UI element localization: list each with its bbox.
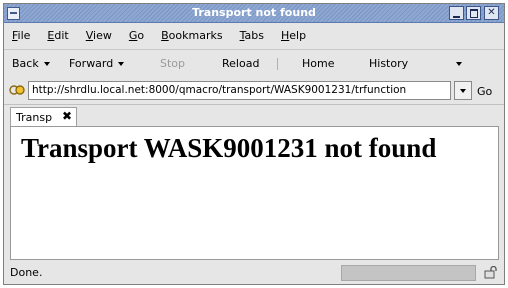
menu-go[interactable]: Go [129, 29, 144, 42]
menu-bookmarks[interactable]: Bookmarks [161, 29, 222, 42]
browser-window: Transport not found ✕ File Edit View Go … [3, 3, 505, 285]
stop-button[interactable]: Stop [160, 57, 185, 70]
site-icon [9, 85, 25, 95]
forward-history-chevron-icon[interactable] [118, 62, 125, 66]
forward-button[interactable]: Forward [69, 57, 125, 70]
menu-file-rest: ile [17, 28, 31, 42]
menu-go-rest: o [137, 28, 145, 42]
tab-transport[interactable]: Transp ✖ [10, 107, 77, 128]
menu-bookmarks-accel: B [161, 28, 169, 42]
menu-bar: File Edit View Go Bookmarks Tabs Help [4, 24, 504, 46]
url-history-dropdown[interactable] [454, 81, 472, 100]
menu-bookmarks-rest: ookmarks [168, 28, 223, 42]
chevron-down-icon [460, 89, 466, 93]
toolbar-overflow-chevron-icon [456, 62, 462, 66]
back-history-chevron-icon[interactable] [43, 62, 50, 66]
window-title: Transport not found [192, 6, 316, 19]
go-button[interactable]: Go [477, 85, 492, 98]
menu-edit-rest: dit [54, 28, 69, 42]
history-label: History [369, 57, 409, 70]
page-heading: Transport WASK9001231 not found [21, 133, 437, 163]
menu-edit[interactable]: Edit [47, 29, 68, 42]
menu-view-accel: V [85, 28, 94, 42]
menu-help-rest: elp [289, 28, 307, 42]
history-button[interactable]: History [369, 57, 408, 70]
home-label: Home [302, 57, 335, 70]
back-label: Back [12, 57, 39, 70]
tab-bar: Transp ✖ [4, 104, 504, 128]
maximize-button[interactable] [466, 6, 481, 20]
title-bar[interactable]: Transport not found ✕ [4, 4, 504, 23]
menu-view[interactable]: View [86, 29, 112, 42]
tab-label: Transp [16, 111, 53, 124]
status-bar: Done. [4, 262, 504, 284]
toolbar-overflow-button[interactable] [456, 57, 462, 70]
close-tab-icon[interactable]: ✖ [62, 109, 72, 123]
menu-view-rest: iew [93, 28, 112, 42]
reload-button[interactable]: Reload [222, 57, 259, 70]
navigation-toolbar: Back Forward Stop Reload Home History [4, 49, 504, 76]
menu-tabs-rest: abs [244, 28, 264, 42]
menu-tabs[interactable]: Tabs [240, 29, 264, 42]
page-content: Transport WASK9001231 not found [10, 126, 499, 260]
stop-label: Stop [160, 57, 186, 70]
minimize-button[interactable] [449, 6, 464, 20]
location-toolbar: http://shrdlu.local.net:8000/qmacro/tran… [4, 78, 504, 103]
forward-label: Forward [69, 57, 114, 70]
reload-label: Reload [222, 57, 260, 70]
security-icon[interactable] [484, 266, 498, 279]
progress-meter [341, 265, 476, 281]
menu-help-accel: H [280, 28, 290, 42]
menu-help[interactable]: Help [281, 29, 306, 42]
menu-file[interactable]: File [12, 29, 30, 42]
toolbar-separator [277, 58, 278, 70]
home-button[interactable]: Home [302, 57, 334, 70]
close-window-button[interactable]: ✕ [484, 6, 499, 20]
status-text: Done. [10, 266, 43, 279]
url-input[interactable]: http://shrdlu.local.net:8000/qmacro/tran… [28, 81, 451, 100]
back-button[interactable]: Back [12, 57, 50, 70]
